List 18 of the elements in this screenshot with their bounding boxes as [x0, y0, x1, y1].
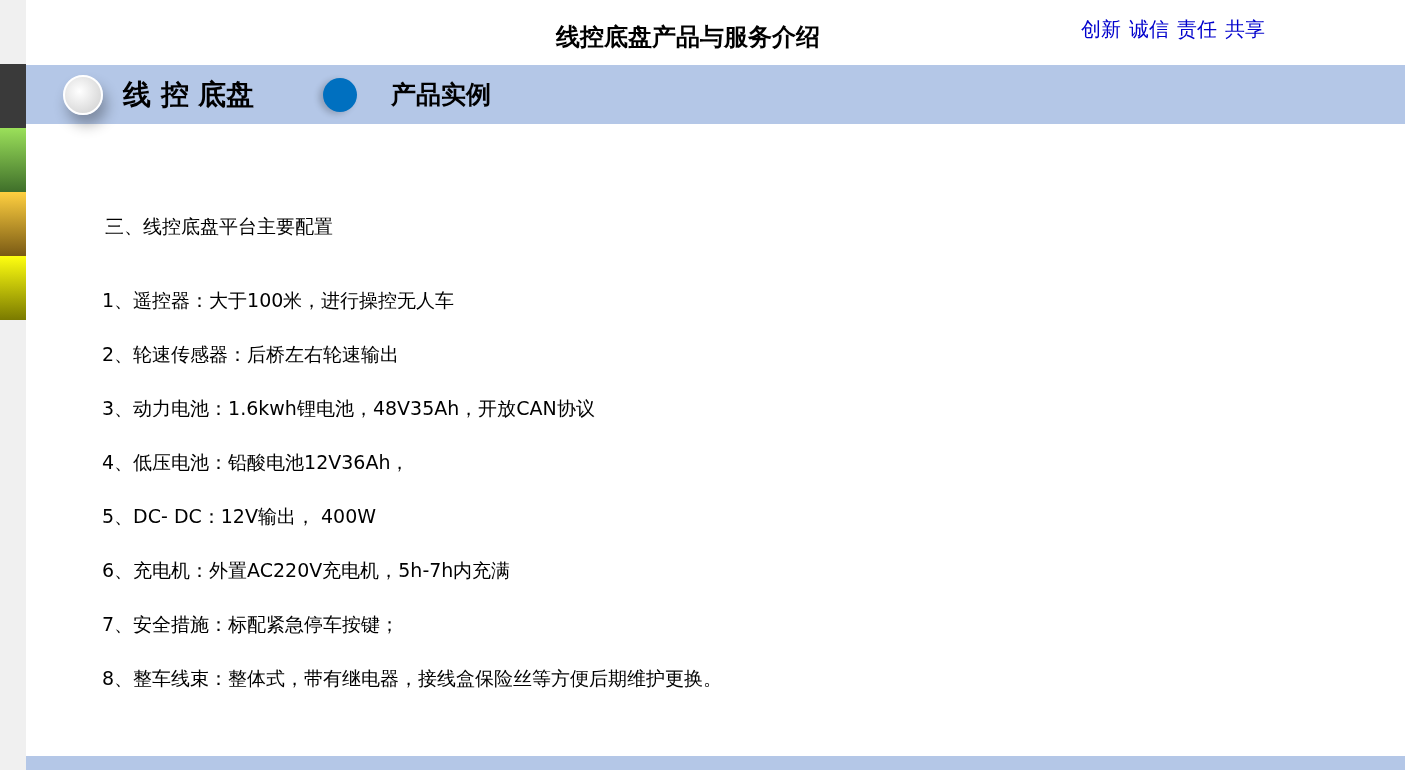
- circle-icon: [322, 77, 357, 112]
- motto-word: 创新: [1081, 16, 1121, 43]
- section-title: 线 控 底盘: [123, 76, 255, 113]
- slide-title: 线控底盘产品与服务介绍: [556, 21, 820, 53]
- config-item: 6、充电机：外置AC220V充电机，5h-7h内充满: [102, 558, 512, 583]
- motto-word: 责任: [1177, 16, 1217, 43]
- config-item: 8、整车线束：整体式，带有继电器，接线盒保险丝等方便后期维护更换。: [102, 666, 724, 691]
- circle-icon: [63, 74, 103, 115]
- config-item: 2、轮速传感器：后桥左右轮速输出: [102, 342, 401, 367]
- content-heading: 三、线控底盘平台主要配置: [105, 214, 334, 239]
- config-item: 3、动力电池：1.6kwh锂电池，48V35Ah，开放CAN协议: [102, 396, 596, 421]
- subsection-title: 产品实例: [390, 79, 491, 111]
- motto-word: 共享: [1225, 16, 1265, 43]
- config-item: 5、DC- DC：12V输出， 400W: [102, 504, 378, 529]
- config-item: 7、安全措施：标配紧急停车按键；: [102, 612, 401, 637]
- config-item: 1、遥控器：大于100米，进行操控无人车: [102, 288, 456, 313]
- config-item: 4、低压电池：铅酸电池12V36Ah，: [102, 450, 411, 475]
- motto-word: 诚信: [1129, 16, 1169, 43]
